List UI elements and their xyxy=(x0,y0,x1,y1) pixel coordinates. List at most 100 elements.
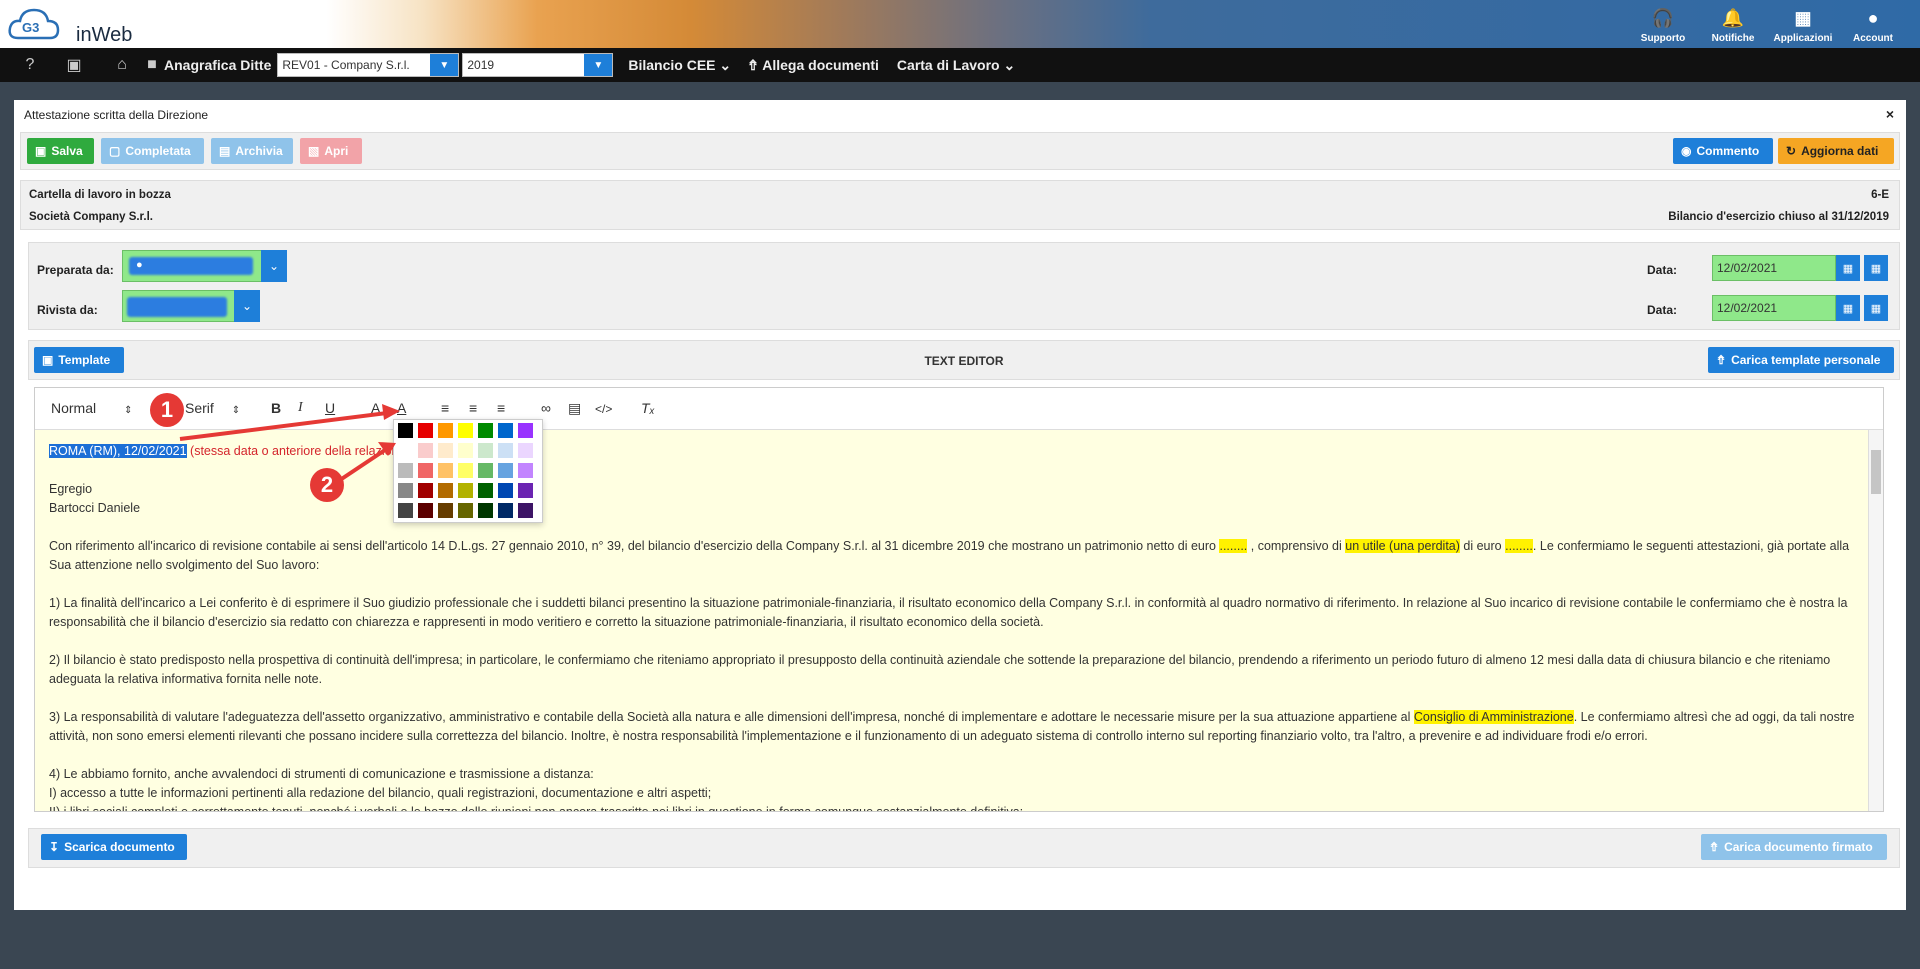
background-color-icon[interactable]: A xyxy=(397,400,406,416)
color-swatch[interactable] xyxy=(498,503,513,518)
color-swatch[interactable] xyxy=(498,463,513,478)
color-swatch[interactable] xyxy=(418,463,433,478)
bullet-list-icon[interactable]: ≡ xyxy=(469,400,477,416)
color-swatch[interactable] xyxy=(418,443,433,458)
color-swatch[interactable] xyxy=(418,503,433,518)
carica-firmato-button[interactable]: ⇮ Carica documento firmato xyxy=(1701,834,1887,860)
carta-menu[interactable]: Carta di Lavoro ⌄ xyxy=(897,57,1015,74)
color-swatch[interactable] xyxy=(498,423,513,438)
color-swatch[interactable] xyxy=(438,423,453,438)
align-icon[interactable]: ≡ xyxy=(497,400,505,416)
calendar-icon[interactable]: ▦ xyxy=(1864,295,1888,321)
preparata-dropdown-button[interactable]: ⌄ xyxy=(261,250,287,282)
color-swatch[interactable] xyxy=(478,443,493,458)
preparata-label: Preparata da: xyxy=(37,263,114,277)
color-swatch[interactable] xyxy=(398,423,413,438)
color-swatch[interactable] xyxy=(478,503,493,518)
color-swatch[interactable] xyxy=(438,463,453,478)
year-select[interactable]: 2019 ▼ xyxy=(462,53,614,77)
calendar-icon[interactable]: ▦ xyxy=(1836,255,1860,281)
bold-icon[interactable]: B xyxy=(271,400,281,416)
code-icon[interactable]: </> xyxy=(595,402,612,416)
info-bar: Cartella di lavoro in bozza Società Comp… xyxy=(20,180,1900,230)
allega-link[interactable]: ⇮ Allega documenti xyxy=(747,57,879,74)
color-swatch[interactable] xyxy=(458,443,473,458)
carica-template-button[interactable]: ⇮ Carica template personale xyxy=(1708,347,1894,373)
support-label: Supporto xyxy=(1640,33,1686,44)
color-swatch[interactable] xyxy=(498,483,513,498)
data-label-1: Data: xyxy=(1647,263,1678,277)
data-input-2[interactable]: 12/02/2021 xyxy=(1712,295,1836,321)
bilancio-menu[interactable]: Bilancio CEE ⌄ xyxy=(628,57,731,74)
color-swatch[interactable] xyxy=(518,463,533,478)
editor-scrollbar[interactable] xyxy=(1868,430,1883,811)
preparata-select[interactable]: ● xyxy=(122,250,262,282)
editor-title: TEXT EDITOR xyxy=(924,354,1004,368)
account-button[interactable]: ● Account xyxy=(1838,2,1908,46)
font-select[interactable]: Serif ⇕ xyxy=(185,400,240,416)
italic-icon[interactable]: I xyxy=(298,400,303,416)
color-swatch[interactable] xyxy=(398,443,413,458)
palette-row xyxy=(398,443,538,458)
refresh-icon: ↻ xyxy=(1786,144,1797,158)
save-label: Salva xyxy=(51,144,83,158)
commento-button[interactable]: ◉ Commento xyxy=(1673,138,1773,164)
color-swatch[interactable] xyxy=(518,503,533,518)
chevron-down-icon[interactable]: ▼ xyxy=(584,54,613,76)
color-swatch[interactable] xyxy=(418,423,433,438)
color-swatch[interactable] xyxy=(518,483,533,498)
completata-button[interactable]: ▢ Completata xyxy=(101,138,204,164)
font-color-icon[interactable]: A xyxy=(371,400,380,416)
scrollbar-thumb[interactable] xyxy=(1871,450,1881,494)
support-button[interactable]: 🎧 Supporto xyxy=(1628,2,1698,46)
color-swatch[interactable] xyxy=(518,443,533,458)
color-swatch[interactable] xyxy=(498,443,513,458)
p1-highlight: un utile (una perdita) xyxy=(1345,539,1460,553)
archivia-button[interactable]: ▤ Archivia xyxy=(211,138,293,164)
color-swatch[interactable] xyxy=(478,483,493,498)
data-input-1[interactable]: 12/02/2021 xyxy=(1712,255,1836,281)
company-select[interactable]: REV01 - Company S.r.l. ▼ xyxy=(277,53,460,77)
close-icon[interactable]: × xyxy=(1886,106,1894,122)
rivista-select[interactable] xyxy=(122,290,235,322)
chevron-down-icon[interactable]: ▼ xyxy=(430,54,459,76)
rivista-dropdown-button[interactable]: ⌄ xyxy=(234,290,260,322)
color-swatch[interactable] xyxy=(478,463,493,478)
apri-button[interactable]: ▧ Apri xyxy=(300,138,362,164)
applications-button[interactable]: ▦ Applicazioni xyxy=(1768,2,1838,46)
color-swatch[interactable] xyxy=(478,423,493,438)
ordered-list-icon[interactable]: ≡ xyxy=(441,400,449,416)
calendar-icon[interactable]: ▦ xyxy=(1864,255,1888,281)
anagrafica-link[interactable]: Anagrafica Ditte xyxy=(164,57,271,73)
link-icon[interactable]: ∞ xyxy=(541,400,551,416)
color-swatch[interactable] xyxy=(398,503,413,518)
image-icon[interactable]: ▤ xyxy=(568,400,581,417)
color-swatch[interactable] xyxy=(458,483,473,498)
color-swatch[interactable] xyxy=(458,463,473,478)
calendar-icon[interactable]: ▦ xyxy=(1836,295,1860,321)
color-swatch[interactable] xyxy=(438,503,453,518)
color-swatch[interactable] xyxy=(418,483,433,498)
color-swatch[interactable] xyxy=(458,503,473,518)
color-swatch[interactable] xyxy=(398,483,413,498)
color-swatch[interactable] xyxy=(438,443,453,458)
color-swatch[interactable] xyxy=(398,463,413,478)
date-note: (stessa data o anteriore della relazione… xyxy=(190,444,410,458)
video-icon[interactable]: ▣ xyxy=(56,55,92,75)
notifications-button[interactable]: 🔔 Notifiche xyxy=(1698,2,1768,46)
upload-icon: ⇮ xyxy=(1716,353,1727,367)
annotation-marker-1: 1 xyxy=(150,393,184,427)
home-icon[interactable]: ⌂ xyxy=(104,56,140,74)
company-select-value: REV01 - Company S.r.l. xyxy=(282,58,410,72)
color-swatch[interactable] xyxy=(438,483,453,498)
color-swatch[interactable] xyxy=(458,423,473,438)
format-select[interactable]: Normal ⇕ xyxy=(51,400,132,416)
save-button[interactable]: ▣ Salva xyxy=(27,138,94,164)
clear-format-icon[interactable]: Tₓ xyxy=(641,400,655,416)
aggiorna-button[interactable]: ↻ Aggiorna dati xyxy=(1778,138,1894,164)
color-swatch[interactable] xyxy=(518,423,533,438)
p1-text-c: di euro xyxy=(1463,539,1502,553)
underline-icon[interactable]: U xyxy=(325,400,335,416)
scarica-button[interactable]: ↧ Scarica documento xyxy=(41,834,187,860)
help-icon[interactable]: ? xyxy=(12,56,48,74)
